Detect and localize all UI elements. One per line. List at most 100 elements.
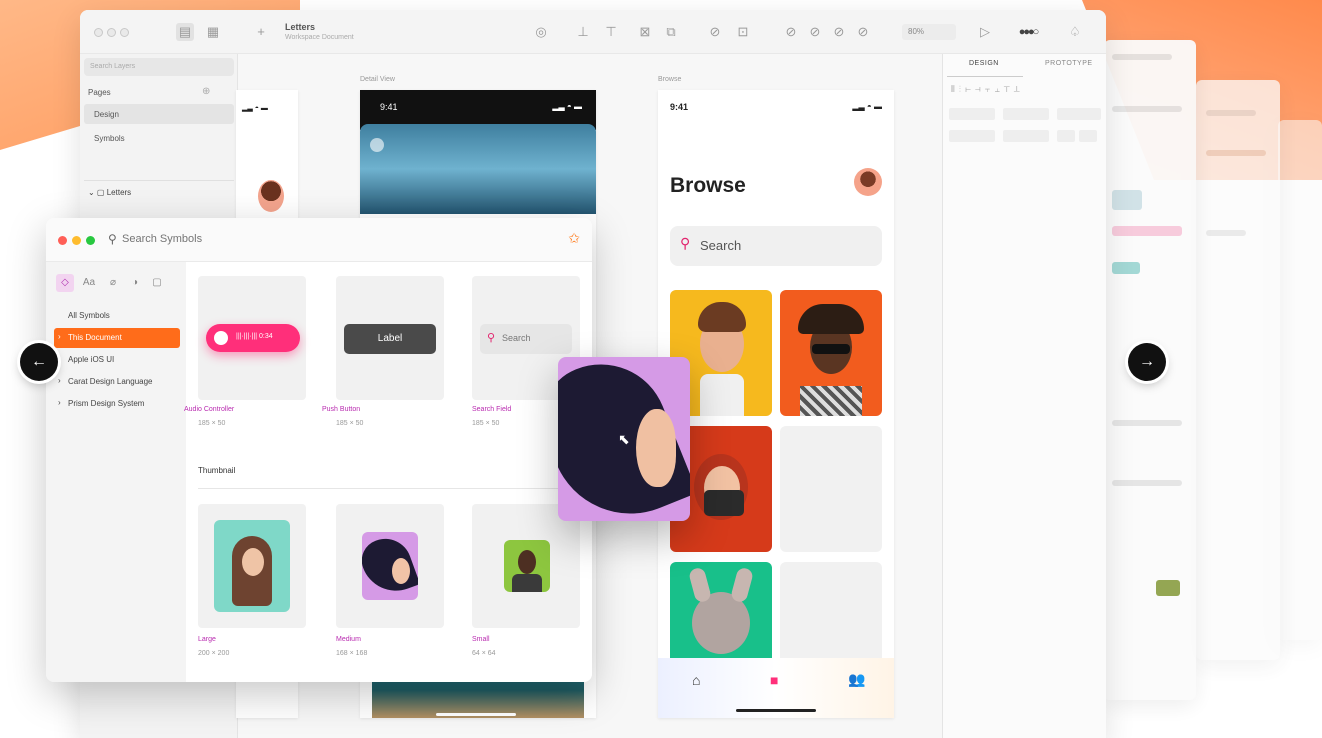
placeholder-row <box>1206 110 1256 116</box>
symbols-search-input[interactable] <box>122 233 322 245</box>
arrow-right-icon[interactable]: → <box>1128 343 1166 381</box>
grid-icon[interactable]: ■ <box>770 672 778 688</box>
page-item-symbols[interactable]: Symbols <box>84 128 234 148</box>
portrait-body <box>512 574 542 592</box>
search-icon: ⚲ <box>108 232 117 246</box>
window-minimize-button[interactable] <box>107 28 116 37</box>
color-icon[interactable]: ⌀ <box>104 274 122 292</box>
mask-icon[interactable]: ⊘ <box>706 23 724 41</box>
waveform-icon: |||·|||·||| <box>236 333 259 340</box>
union-icon[interactable]: ⊘ <box>782 23 800 41</box>
symbols-sidebar: ◇ Aa ⌀ ◑ ▢ All Symbols › This Document ›… <box>46 262 186 682</box>
y-field[interactable] <box>1003 108 1049 120</box>
portrait-hat <box>798 304 864 334</box>
window-zoom-button[interactable] <box>120 28 129 37</box>
chevron-right-icon: › <box>58 354 61 363</box>
symbol-card-thumbnail-medium[interactable] <box>336 504 444 628</box>
insert-icon[interactable]: + <box>252 23 270 41</box>
pin-icon[interactable]: ✩ <box>568 230 580 247</box>
align-icon[interactable]: ⊥ <box>574 23 592 41</box>
symbol-card-audio-controller[interactable]: |||·|||·||| 0:34 <box>198 276 306 400</box>
home-icon[interactable]: ⌂ <box>692 672 700 688</box>
search-icon: ⚲ <box>680 235 691 251</box>
document-subtitle: Workspace Document <box>285 34 354 41</box>
layers-search-input[interactable]: Search Layers <box>84 58 234 76</box>
portrait-body <box>700 374 744 416</box>
nav-carat-design-language[interactable]: › Carat Design Language <box>54 372 180 392</box>
window-close-button[interactable] <box>94 28 103 37</box>
stacked-window-middle <box>1196 80 1280 660</box>
placeholder-thumb <box>1112 190 1142 210</box>
symbols-tool-icon[interactable]: ◇ <box>56 274 74 292</box>
play-icon[interactable]: ▷ <box>976 23 994 41</box>
flip-toggle[interactable] <box>1079 130 1097 142</box>
close-button[interactable] <box>58 236 67 245</box>
nav-apple-ios-ui[interactable]: › Apple iOS UI <box>54 350 180 370</box>
portrait-hair <box>698 302 746 332</box>
components-icon[interactable]: ▢ <box>148 274 166 292</box>
placeholder-row <box>1206 230 1246 236</box>
document-title: Letters <box>285 22 316 32</box>
symbol-size: 185 × 50 <box>198 420 226 427</box>
rotate-icon[interactable]: ⧉ <box>662 23 680 41</box>
rotation-field[interactable] <box>1057 108 1101 120</box>
portrait-hat <box>362 532 418 600</box>
height-field[interactable] <box>1003 130 1049 142</box>
people-icon[interactable]: 👥 <box>848 671 865 688</box>
page-item-design[interactable]: Design <box>84 104 234 124</box>
tab-bar: ⌂ ■ 👥 <box>658 658 894 718</box>
x-field[interactable] <box>949 108 995 120</box>
search-placeholder: Search <box>700 238 742 253</box>
lock-toggle[interactable] <box>1057 130 1075 142</box>
divider <box>84 180 234 181</box>
symbol-icon[interactable]: ◎ <box>532 23 550 41</box>
play-icon <box>214 331 228 345</box>
symbol-name: Audio Controller <box>184 406 235 413</box>
zoom-button[interactable] <box>86 236 95 245</box>
nav-all-symbols[interactable]: All Symbols <box>54 306 180 326</box>
artboard-browse[interactable]: 9:41 ▂▃ ◓ ▬ Browse ⚲ Search ⌂ ■ 👥 <box>658 90 894 718</box>
alignment-icons[interactable]: ⫴⫶⊢⊣⫟⫠⊤⊥ <box>951 84 1024 95</box>
text-styles-icon[interactable]: Aa <box>80 274 98 292</box>
grid-view-icon[interactable]: ▦ <box>204 23 222 41</box>
arrow-left-icon[interactable]: ← <box>20 343 58 381</box>
nav-this-document[interactable]: › This Document <box>54 328 180 348</box>
avatar <box>258 180 284 212</box>
status-time: 9:41 <box>670 102 689 112</box>
tab-design[interactable]: DESIGN <box>969 60 999 67</box>
signal-icon: ▂▃ ◓ ▬ <box>852 102 882 111</box>
distribute-icon[interactable]: ⊤ <box>602 23 620 41</box>
subtract-icon[interactable]: ⊘ <box>806 23 824 41</box>
photo-tile[interactable] <box>780 290 882 416</box>
nav-prism-design-system[interactable]: › Prism Design System <box>54 394 180 414</box>
photo-tile-placeholder[interactable] <box>780 426 882 552</box>
status-time: 9:41 <box>380 102 398 112</box>
nav-label: Apple iOS UI <box>68 355 115 364</box>
zoom-select[interactable]: 80% <box>902 24 956 40</box>
audio-controller-preview: |||·|||·||| 0:34 <box>206 324 300 352</box>
layer-item-letters[interactable]: ⌄ ▢ Letters <box>88 188 131 197</box>
nav-label: Carat Design Language <box>68 377 153 386</box>
sidebar-toggle-icon[interactable]: ▤ <box>176 23 194 41</box>
add-page-icon[interactable]: ⊕ <box>202 86 210 97</box>
browse-search-field[interactable]: ⚲ Search <box>670 226 882 266</box>
resize-icon[interactable]: ⊡ <box>734 23 752 41</box>
avatar[interactable] <box>854 168 882 196</box>
layer-styles-icon[interactable]: ◑ <box>126 274 144 292</box>
width-field[interactable] <box>949 130 995 142</box>
bell-icon[interactable]: ♤ <box>1066 23 1084 41</box>
tab-prototype[interactable]: PROTOTYPE <box>1045 60 1093 67</box>
minimize-button[interactable] <box>72 236 81 245</box>
symbol-card-thumbnail-large[interactable] <box>198 504 306 628</box>
search-field-text: Search <box>502 333 531 343</box>
symbol-size: 185 × 50 <box>472 420 500 427</box>
close-icon[interactable] <box>370 138 384 152</box>
collaborators-avatars[interactable]: ●●●○ <box>1004 23 1052 41</box>
symbol-card-push-button[interactable]: Label <box>336 276 444 400</box>
symbol-card-thumbnail-small[interactable] <box>472 504 580 628</box>
difference-icon[interactable]: ⊘ <box>854 23 872 41</box>
intersect-icon[interactable]: ⊘ <box>830 23 848 41</box>
dragged-symbol[interactable]: ⬉ <box>558 357 690 521</box>
flip-icon[interactable]: ⊠ <box>636 23 654 41</box>
inspector-panel: DESIGN PROTOTYPE ⫴⫶⊢⊣⫟⫠⊤⊥ <box>942 54 1106 738</box>
